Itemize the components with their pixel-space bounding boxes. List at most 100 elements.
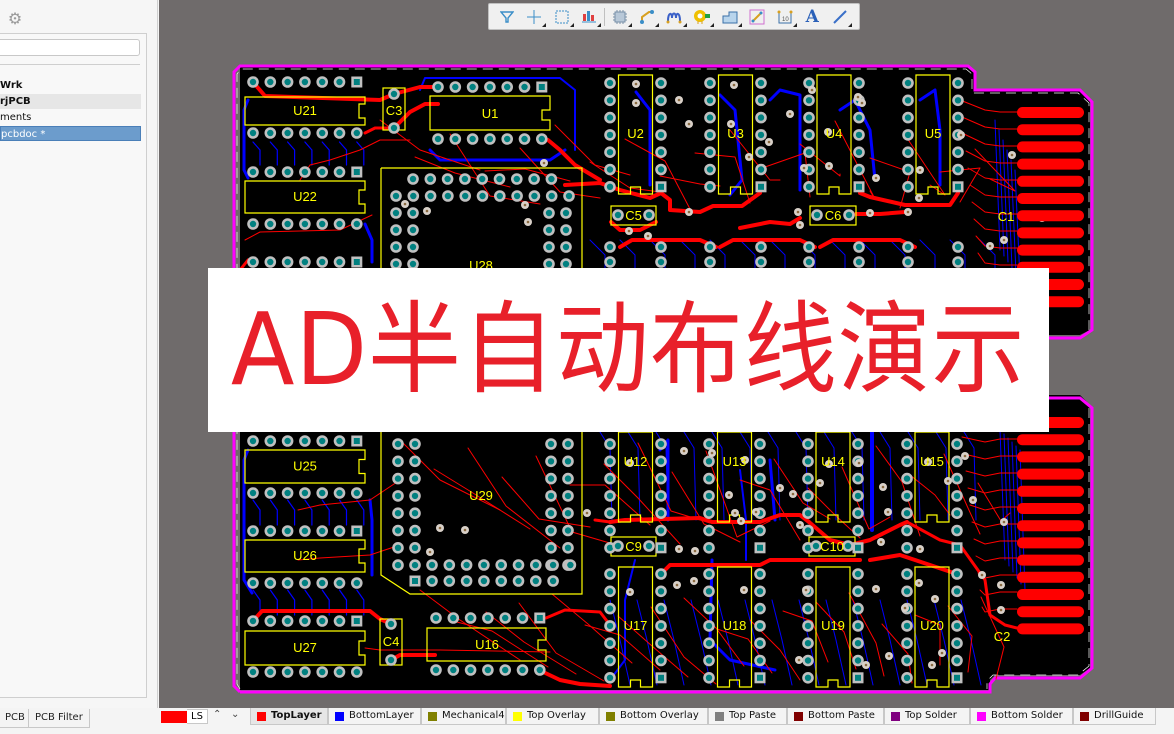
designator-label: U4 bbox=[826, 126, 843, 141]
pad-hole bbox=[904, 79, 912, 87]
edge-finger bbox=[1017, 434, 1084, 446]
pad-hole bbox=[953, 622, 961, 630]
pad-hole bbox=[450, 666, 457, 674]
move-icon[interactable] bbox=[521, 6, 549, 28]
layer-tab-top-solder[interactable]: Top Solder bbox=[884, 708, 970, 725]
via-hole bbox=[856, 95, 860, 99]
via-hole bbox=[675, 583, 679, 587]
pad-hole bbox=[394, 475, 402, 482]
tree-item-source-documents[interactable]: ments bbox=[0, 110, 141, 125]
via-hole bbox=[933, 597, 937, 601]
gear-icon[interactable]: ⚙ bbox=[6, 10, 24, 28]
align-icon[interactable] bbox=[576, 6, 604, 28]
pad-hole bbox=[804, 527, 812, 534]
text-icon[interactable]: A bbox=[799, 6, 827, 28]
component-icon[interactable] bbox=[606, 6, 634, 28]
pad-hole bbox=[805, 79, 813, 87]
pad-hole bbox=[547, 492, 555, 500]
pad-hole bbox=[705, 458, 713, 465]
pad-hole bbox=[614, 211, 622, 219]
pad-hole bbox=[562, 260, 570, 268]
filter-icon[interactable] bbox=[493, 6, 521, 28]
layer-tab-bottom-overlay[interactable]: Bottom Overlay bbox=[599, 708, 708, 725]
pad-hole bbox=[645, 211, 653, 219]
edge-finger bbox=[1017, 623, 1084, 635]
layer-tab-bottom-paste[interactable]: Bottom Paste bbox=[787, 708, 884, 725]
layer-tab-bottom-solder[interactable]: Bottom Solder bbox=[970, 708, 1073, 725]
designator-label: U17 bbox=[624, 618, 648, 633]
via-hole bbox=[988, 244, 992, 248]
pad-hole bbox=[903, 527, 911, 534]
net-icon[interactable] bbox=[744, 6, 772, 28]
layer-tab-top-paste[interactable]: Top Paste bbox=[708, 708, 787, 725]
tree-item-project[interactable]: rjPCB bbox=[0, 94, 141, 109]
pad-hole bbox=[757, 79, 765, 87]
pad-hole bbox=[805, 131, 813, 139]
pad-hole bbox=[854, 475, 862, 482]
pad-hole bbox=[519, 666, 526, 674]
current-layer-swatch[interactable] bbox=[161, 711, 187, 723]
panel-search-input[interactable] bbox=[0, 39, 140, 56]
designator-label: U13 bbox=[723, 454, 747, 469]
pad-hole bbox=[904, 258, 912, 266]
pad-hole bbox=[532, 561, 539, 569]
dimension-icon[interactable]: 10 bbox=[771, 6, 799, 28]
pad-hole bbox=[467, 614, 474, 622]
layer-tab-mechanical4[interactable]: Mechanical4 bbox=[421, 708, 506, 725]
via-pad-icon[interactable] bbox=[689, 6, 717, 28]
pad-hole bbox=[705, 475, 713, 482]
via-hole bbox=[1002, 520, 1006, 524]
via-hole bbox=[687, 122, 691, 126]
pad-hole bbox=[504, 135, 511, 143]
tree-item-workspace[interactable]: Wrk bbox=[0, 78, 141, 93]
via-hole bbox=[729, 122, 733, 126]
interactive-route-icon[interactable] bbox=[634, 6, 662, 28]
pad-hole bbox=[954, 166, 962, 173]
via-hole bbox=[682, 449, 686, 453]
via-hole bbox=[742, 588, 746, 592]
edge-finger bbox=[1017, 451, 1084, 463]
polygon-icon[interactable] bbox=[716, 6, 744, 28]
pad-hole bbox=[538, 135, 545, 143]
svg-text:10: 10 bbox=[782, 17, 789, 23]
tab-pcb-filter[interactable]: PCB Filter bbox=[28, 709, 90, 728]
pad-hole bbox=[301, 437, 309, 445]
line-icon[interactable] bbox=[826, 6, 854, 28]
pad-hole bbox=[267, 668, 274, 676]
pad-hole bbox=[284, 258, 291, 266]
pad-hole bbox=[319, 617, 326, 625]
layer-tab-drillguide[interactable]: DrillGuide bbox=[1073, 708, 1156, 725]
pad-hole bbox=[756, 640, 764, 647]
via-hole bbox=[778, 486, 782, 490]
pad-hole bbox=[284, 489, 291, 497]
layer-tab-bottomlayer[interactable]: BottomLayer bbox=[328, 708, 421, 725]
pad-hole bbox=[513, 192, 521, 200]
pad-hole bbox=[606, 258, 614, 266]
via-hole bbox=[818, 481, 822, 485]
layer-tab-toplayer[interactable]: TopLayer bbox=[250, 708, 328, 725]
pad-hole bbox=[319, 258, 326, 266]
pad-hole bbox=[903, 588, 911, 595]
pad-hole bbox=[319, 668, 326, 676]
pad-hole bbox=[657, 79, 665, 87]
pad-hole bbox=[805, 97, 813, 104]
pad-hole bbox=[515, 561, 522, 569]
pcb-canvas[interactable]: U21 U22 U25 U26 U27 C3 C4 U1 U16 U28 U29 U2 U3 U4 U5 U1… bbox=[159, 0, 1174, 708]
pad-hole bbox=[462, 192, 469, 200]
layer-prev-arrow-icon[interactable]: ⌃ bbox=[213, 709, 221, 720]
pad-hole bbox=[267, 129, 274, 137]
diff-pair-icon[interactable] bbox=[661, 6, 689, 28]
pad-hole bbox=[756, 588, 764, 595]
pad-hole bbox=[805, 149, 813, 156]
pad-hole bbox=[480, 577, 488, 585]
tree-item-pcbdoc[interactable]: pcbdoc * bbox=[0, 126, 141, 141]
select-rect-icon[interactable] bbox=[548, 6, 576, 28]
layer-next-arrow-icon[interactable]: ⌄ bbox=[231, 709, 239, 720]
via-hole bbox=[677, 98, 681, 102]
pad-hole bbox=[903, 570, 911, 578]
layer-set-button[interactable]: LS bbox=[187, 709, 208, 724]
pad-hole bbox=[446, 577, 453, 585]
layer-tab-top-overlay[interactable]: Top Overlay bbox=[506, 708, 599, 725]
pad-hole bbox=[284, 668, 291, 676]
pad-hole bbox=[756, 475, 764, 482]
